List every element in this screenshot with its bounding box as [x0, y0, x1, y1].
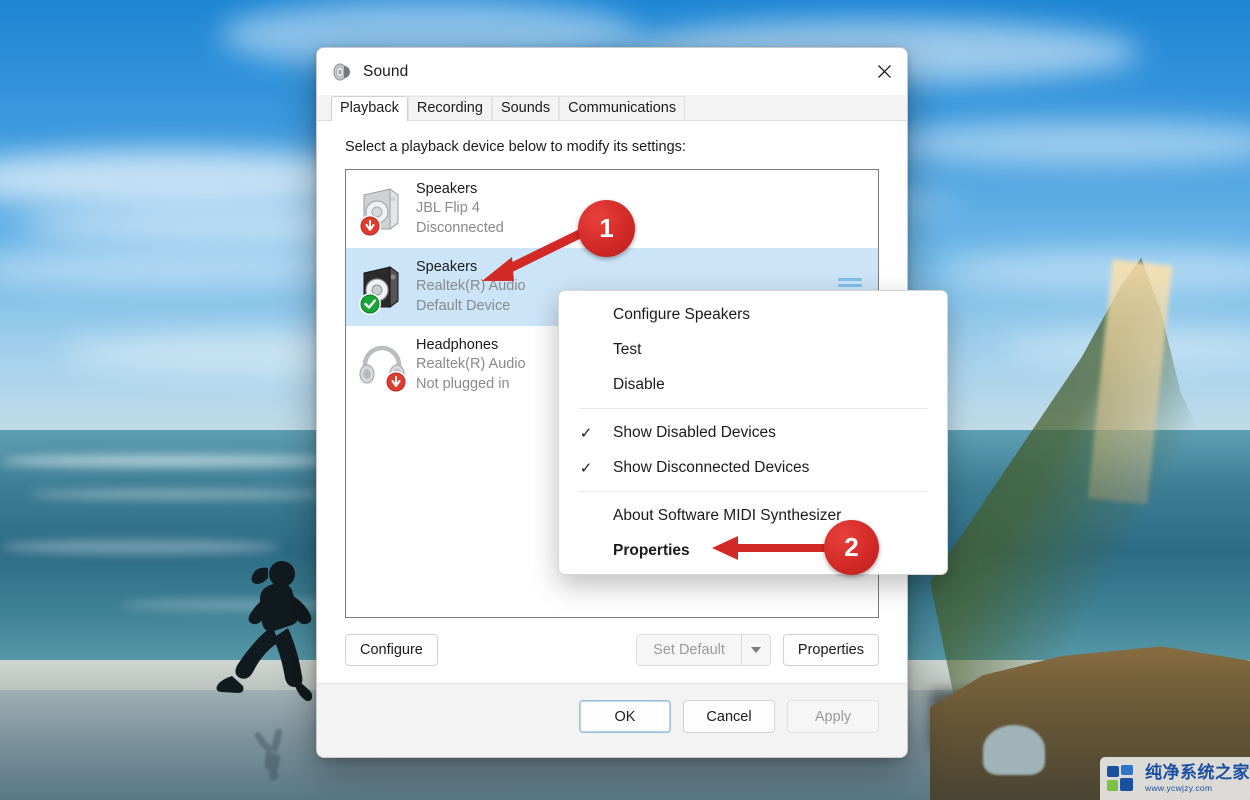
tab-recording[interactable]: Recording [407, 96, 492, 121]
callout-badge-2: 2 [824, 520, 879, 575]
menu-item-test[interactable]: Test [559, 332, 947, 367]
set-default-button[interactable]: Set Default [636, 634, 741, 666]
device-name: Speakers [416, 259, 478, 276]
menu-item-show-disconnected-devices[interactable]: ✓ Show Disconnected Devices [559, 450, 947, 485]
menu-item-show-disabled-devices[interactable]: ✓ Show Disabled Devices [559, 415, 947, 450]
check-icon: ✓ [579, 424, 593, 442]
rock-arch-opening [983, 725, 1045, 775]
apply-button[interactable]: Apply [787, 700, 879, 733]
tab-playback[interactable]: Playback [331, 96, 408, 121]
device-name: Speakers [416, 181, 478, 198]
menu-item-label: Configure Speakers [613, 305, 750, 323]
tab-communications-label: Communications [568, 100, 677, 116]
speaker-box-icon [359, 266, 399, 315]
menu-item-label: Show Disabled Devices [613, 423, 776, 441]
device-driver: Realtek(R) Audio [416, 356, 526, 373]
desktop-wallpaper: Sound Playback Recording Sounds Communic… [0, 0, 1250, 800]
dialog-footer: OK Cancel Apply [317, 683, 907, 749]
dialog-title: Sound [363, 62, 409, 80]
tab-communications[interactable]: Communications [559, 96, 686, 121]
runner-reflection [254, 728, 283, 781]
watermark-logo-icon [1107, 764, 1133, 791]
device-status: Not plugged in [416, 375, 510, 392]
set-default-dropdown-button[interactable] [740, 634, 771, 666]
check-icon: ✓ [579, 459, 593, 477]
chevron-down-icon [750, 647, 761, 653]
device-status: Default Device [416, 297, 511, 314]
configure-button[interactable]: Configure [345, 634, 438, 666]
menu-item-label: Test [613, 340, 642, 358]
menu-item-label: Show Disconnected Devices [613, 458, 810, 476]
close-button[interactable] [861, 48, 907, 95]
tab-sounds[interactable]: Sounds [491, 96, 560, 121]
tab-recording-label: Recording [416, 100, 483, 116]
wave-foam [0, 455, 340, 467]
tab-playback-label: Playback [340, 100, 399, 116]
headphones-icon [359, 345, 407, 393]
speaker-icon [333, 63, 350, 80]
panel-hint: Select a playback device below to modify… [345, 139, 686, 155]
speaker-box-icon [359, 188, 399, 237]
wave-foam [30, 490, 330, 499]
menu-item-about-software-midi-synthesizer[interactable]: About Software MIDI Synthesizer [559, 498, 947, 533]
device-action-row: Configure Set Default Properties [317, 618, 907, 666]
cancel-button[interactable]: Cancel [683, 700, 775, 733]
site-watermark: 纯净系统之家 www.ycwjzy.com [1100, 757, 1250, 800]
tab-sounds-label: Sounds [500, 100, 551, 116]
runner-silhouette [216, 561, 313, 702]
device-driver: Realtek(R) Audio [416, 278, 526, 295]
menu-item-label: About Software MIDI Synthesizer [613, 506, 842, 524]
ok-button[interactable]: OK [579, 700, 671, 733]
menu-item-label: Properties [613, 541, 690, 559]
watermark-name: 纯净系统之家 [1145, 763, 1250, 783]
close-icon [877, 65, 891, 78]
menu-item-disable[interactable]: Disable [559, 367, 947, 402]
device-status: Disconnected [416, 219, 504, 236]
device-name: Headphones [416, 337, 499, 354]
menu-item-label: Disable [613, 375, 665, 393]
menu-separator [579, 491, 927, 492]
menu-item-configure-speakers[interactable]: Configure Speakers [559, 297, 947, 332]
device-driver: JBL Flip 4 [416, 200, 480, 217]
context-menu: Configure Speakers Test Disable ✓ Show D… [558, 290, 948, 575]
callout-badge-1: 1 [578, 200, 635, 257]
dialog-title-bar: Sound [317, 48, 907, 95]
set-default-split-button[interactable]: Set Default [636, 634, 771, 666]
watermark-url: www.ycwjzy.com [1145, 783, 1213, 794]
properties-button[interactable]: Properties [782, 634, 879, 666]
tab-strip: Playback Recording Sounds Communications [317, 95, 907, 121]
menu-separator [579, 408, 927, 409]
menu-item-properties[interactable]: Properties [559, 533, 947, 568]
